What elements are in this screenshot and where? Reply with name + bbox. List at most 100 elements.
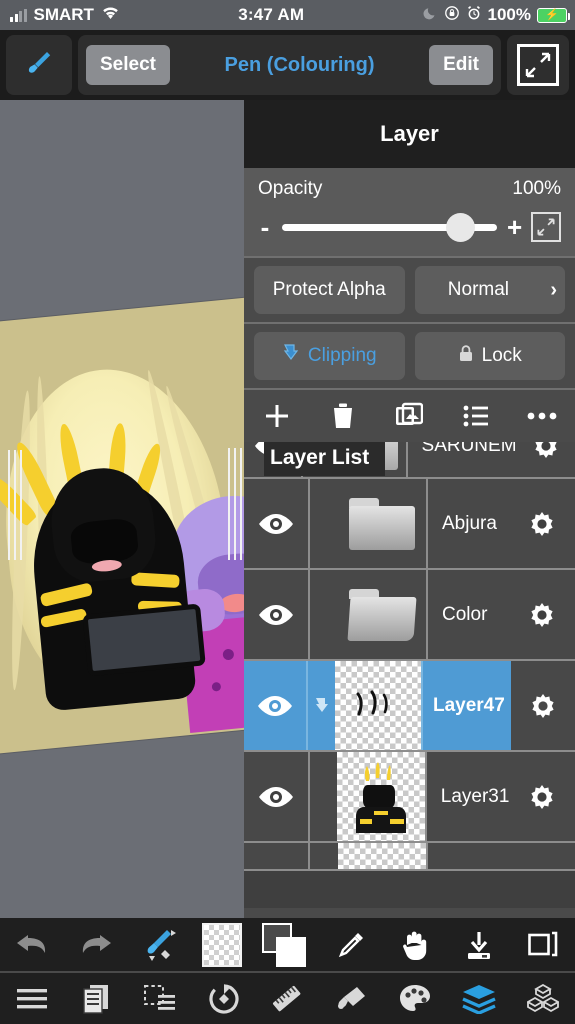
clipping-indicator	[310, 570, 338, 659]
wifi-icon	[101, 5, 120, 25]
lock-label: Lock	[481, 345, 522, 366]
canvas-guide-right	[228, 448, 242, 560]
opacity-value: 100%	[512, 178, 561, 199]
hand-tool[interactable]	[393, 925, 437, 965]
transparency-swatch[interactable]	[202, 922, 243, 967]
add-layer-button[interactable]	[257, 396, 297, 436]
materials-button[interactable]	[521, 979, 565, 1019]
alarm-clock-icon	[466, 5, 482, 26]
tool-row	[0, 918, 575, 973]
layer-thumbnail-content	[343, 759, 419, 835]
layer-name[interactable]: Layer31	[427, 752, 510, 841]
canvas-guide-left	[8, 450, 22, 560]
current-pen-label[interactable]: Pen (Colouring)	[178, 54, 421, 77]
clip-lock-row: Clipping Lock	[244, 322, 575, 390]
layer-settings-button[interactable]	[509, 752, 575, 841]
blend-mode-button[interactable]: Normal ›	[414, 266, 565, 314]
blend-mode-label: Normal	[447, 279, 510, 300]
layer-name[interactable]: Abjura	[428, 479, 509, 568]
panel-title: Layer	[244, 100, 575, 168]
artwork-device	[82, 603, 206, 677]
layer-settings-button[interactable]	[509, 479, 575, 568]
layer-visibility-toggle[interactable]	[244, 661, 309, 750]
layer-visibility-toggle[interactable]	[244, 570, 310, 659]
table-row[interactable]: Abjura	[244, 479, 575, 570]
table-row[interactable]: Color	[244, 570, 575, 661]
duplicate-layer-button[interactable]	[389, 396, 429, 436]
layer-visibility-toggle[interactable]	[244, 479, 310, 568]
fullscreen-button[interactable]	[507, 35, 569, 95]
layer-list-button[interactable]	[456, 396, 496, 436]
layer-thumbnail[interactable]	[338, 843, 428, 869]
color-swatch[interactable]	[262, 922, 308, 967]
clipping-button[interactable]: Clipping	[254, 332, 405, 380]
lock-button[interactable]: Lock	[414, 332, 565, 380]
more-options-button[interactable]	[522, 396, 562, 436]
layers-button[interactable]	[457, 979, 501, 1019]
rotate-button[interactable]	[202, 979, 246, 1019]
pages-button[interactable]	[74, 979, 118, 1019]
layer-action-row	[244, 390, 575, 442]
brush-eraser-toggle[interactable]	[138, 925, 182, 965]
layer-list[interactable]: Layer List SARUNEM Abjura Color Layer47 …	[244, 442, 575, 908]
opacity-section: Opacity 100% - +	[244, 168, 575, 256]
opacity-slider[interactable]	[282, 212, 497, 242]
clipping-indicator	[310, 479, 338, 568]
table-row[interactable]	[244, 843, 575, 871]
app-root: SMART 3:47 AM 100% ⚡ Select Pen (Colouri…	[0, 0, 575, 1024]
folder-open-icon	[347, 588, 417, 641]
carrier-label: SMART	[33, 5, 94, 24]
opacity-increase-button[interactable]: +	[507, 214, 522, 240]
protect-alpha-label: Protect Alpha	[272, 279, 386, 300]
layer-panel: Layer Opacity 100% - + Protect Alpha Nor…	[244, 100, 575, 918]
table-row[interactable]: Layer47	[244, 661, 575, 752]
clipping-indicator	[310, 752, 338, 841]
brush-tool-button[interactable]	[6, 35, 72, 95]
layer-thumbnail[interactable]	[337, 752, 427, 841]
ruler-button[interactable]	[265, 979, 309, 1019]
duplicate-tool[interactable]	[521, 925, 565, 965]
layer-thumbnail[interactable]	[338, 479, 428, 568]
layer-name[interactable]: SARUNEM	[408, 442, 517, 477]
layer-name[interactable]: Layer47	[423, 661, 511, 750]
eyedropper-tool[interactable]	[329, 925, 373, 965]
layer-name[interactable]	[428, 843, 509, 869]
selection-button[interactable]	[138, 979, 182, 1019]
layer-visibility-toggle[interactable]	[244, 752, 310, 841]
edit-button[interactable]: Edit	[429, 45, 493, 85]
layer-settings-button[interactable]	[509, 843, 575, 869]
clock-label: 3:47 AM	[238, 5, 305, 24]
menu-button[interactable]	[10, 979, 54, 1019]
opacity-label: Opacity	[258, 178, 323, 199]
status-right: 100% ⚡	[423, 5, 575, 26]
select-button[interactable]: Select	[86, 45, 170, 85]
color-swatch-front	[276, 936, 307, 967]
opacity-decrease-button[interactable]: -	[258, 214, 272, 240]
bucket-button[interactable]	[329, 979, 373, 1019]
layer-settings-button[interactable]	[509, 570, 575, 659]
battery-charging-icon: ⚡	[537, 7, 570, 23]
layer-visibility-toggle[interactable]	[244, 843, 310, 869]
fill-down-tool[interactable]	[457, 925, 501, 965]
chevron-right-icon: ›	[550, 278, 557, 301]
layer-name[interactable]: Color	[428, 570, 509, 659]
folder-closed-icon	[349, 497, 415, 550]
layer-thumbnail[interactable]	[335, 661, 423, 750]
status-bar: SMART 3:47 AM 100% ⚡	[0, 0, 575, 30]
clipping-indicator	[310, 843, 338, 869]
status-left: SMART	[0, 5, 120, 25]
undo-button[interactable]	[10, 925, 54, 965]
delete-layer-button[interactable]	[323, 396, 363, 436]
redo-button[interactable]	[74, 925, 118, 965]
layer-thumbnail[interactable]	[338, 570, 428, 659]
table-row[interactable]: Layer31	[244, 752, 575, 843]
palette-button[interactable]	[393, 979, 437, 1019]
moon-icon	[423, 5, 438, 25]
layer-settings-button[interactable]	[510, 661, 575, 750]
layer-settings-button[interactable]	[517, 442, 575, 477]
opacity-slider-knob[interactable]	[446, 212, 475, 242]
lock-icon	[458, 344, 474, 369]
opacity-expand-button[interactable]	[531, 212, 561, 242]
protect-alpha-button[interactable]: Protect Alpha	[254, 266, 405, 314]
layer-thumbnail-content	[340, 668, 416, 744]
